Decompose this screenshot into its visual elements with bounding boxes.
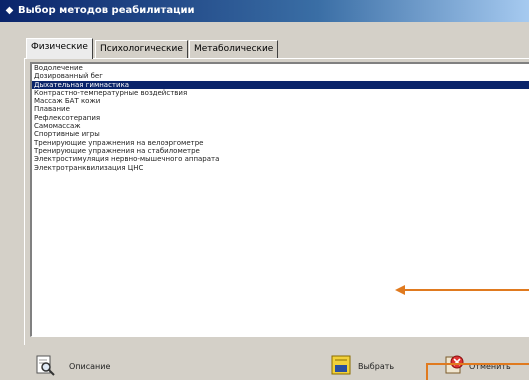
list-item[interactable]: Спортивные игры bbox=[32, 130, 529, 138]
tab-physical[interactable]: Физические bbox=[26, 38, 93, 59]
list-item[interactable]: Тренирующие упражнения на стабилометре bbox=[32, 147, 529, 155]
cancel-icon bbox=[445, 355, 464, 374]
app-icon: ◆ bbox=[5, 5, 14, 16]
list-item[interactable]: Массаж БАТ кожи bbox=[32, 97, 529, 105]
tab-psychological[interactable]: Психологические bbox=[95, 40, 188, 58]
select-button-label: Выбрать bbox=[358, 362, 395, 371]
list-item[interactable]: Рефлексотерапия bbox=[32, 114, 529, 122]
methods-listbox[interactable]: Водолечение Дозированный бег Дыхательная… bbox=[30, 62, 529, 337]
describe-button-label: Описание bbox=[69, 362, 111, 371]
list-item[interactable]: Плавание bbox=[32, 105, 529, 113]
cancel-button[interactable]: Отменить bbox=[443, 354, 529, 380]
title-bar[interactable]: ◆ Выбор методов реабилитации bbox=[0, 0, 529, 22]
list-item[interactable]: Дозированный бег bbox=[32, 72, 529, 80]
list-item[interactable]: Электростимуляция нервно-мышечного аппар… bbox=[32, 155, 529, 163]
annotation-callout-horizontal bbox=[426, 363, 529, 365]
list-item[interactable]: Тренирующие упражнения на велоэргометре bbox=[32, 139, 529, 147]
annotation-callout-vertical bbox=[426, 363, 428, 380]
list-item[interactable]: Самомассаж bbox=[32, 122, 529, 130]
dialog-window: ◆ Выбор методов реабилитации Физические … bbox=[0, 0, 529, 380]
tab-metabolic[interactable]: Метаболические bbox=[189, 40, 279, 58]
annotation-arrow-line bbox=[404, 289, 529, 291]
document-magnifier-icon bbox=[36, 355, 55, 376]
list-item[interactable]: Водолечение bbox=[32, 64, 529, 72]
list-item[interactable]: Контрастно-температурные воздействия bbox=[32, 89, 529, 97]
annotation-arrow-head bbox=[395, 285, 405, 295]
list-item[interactable]: Электротранквилизация ЦНС bbox=[32, 164, 529, 172]
select-list-icon bbox=[331, 355, 351, 375]
list-item-selected[interactable]: Дыхательная гимнастика bbox=[32, 80, 529, 89]
window-title: Выбор методов реабилитации bbox=[18, 5, 195, 16]
describe-button[interactable]: Описание bbox=[34, 354, 114, 380]
select-button[interactable]: Выбрать bbox=[330, 354, 410, 380]
